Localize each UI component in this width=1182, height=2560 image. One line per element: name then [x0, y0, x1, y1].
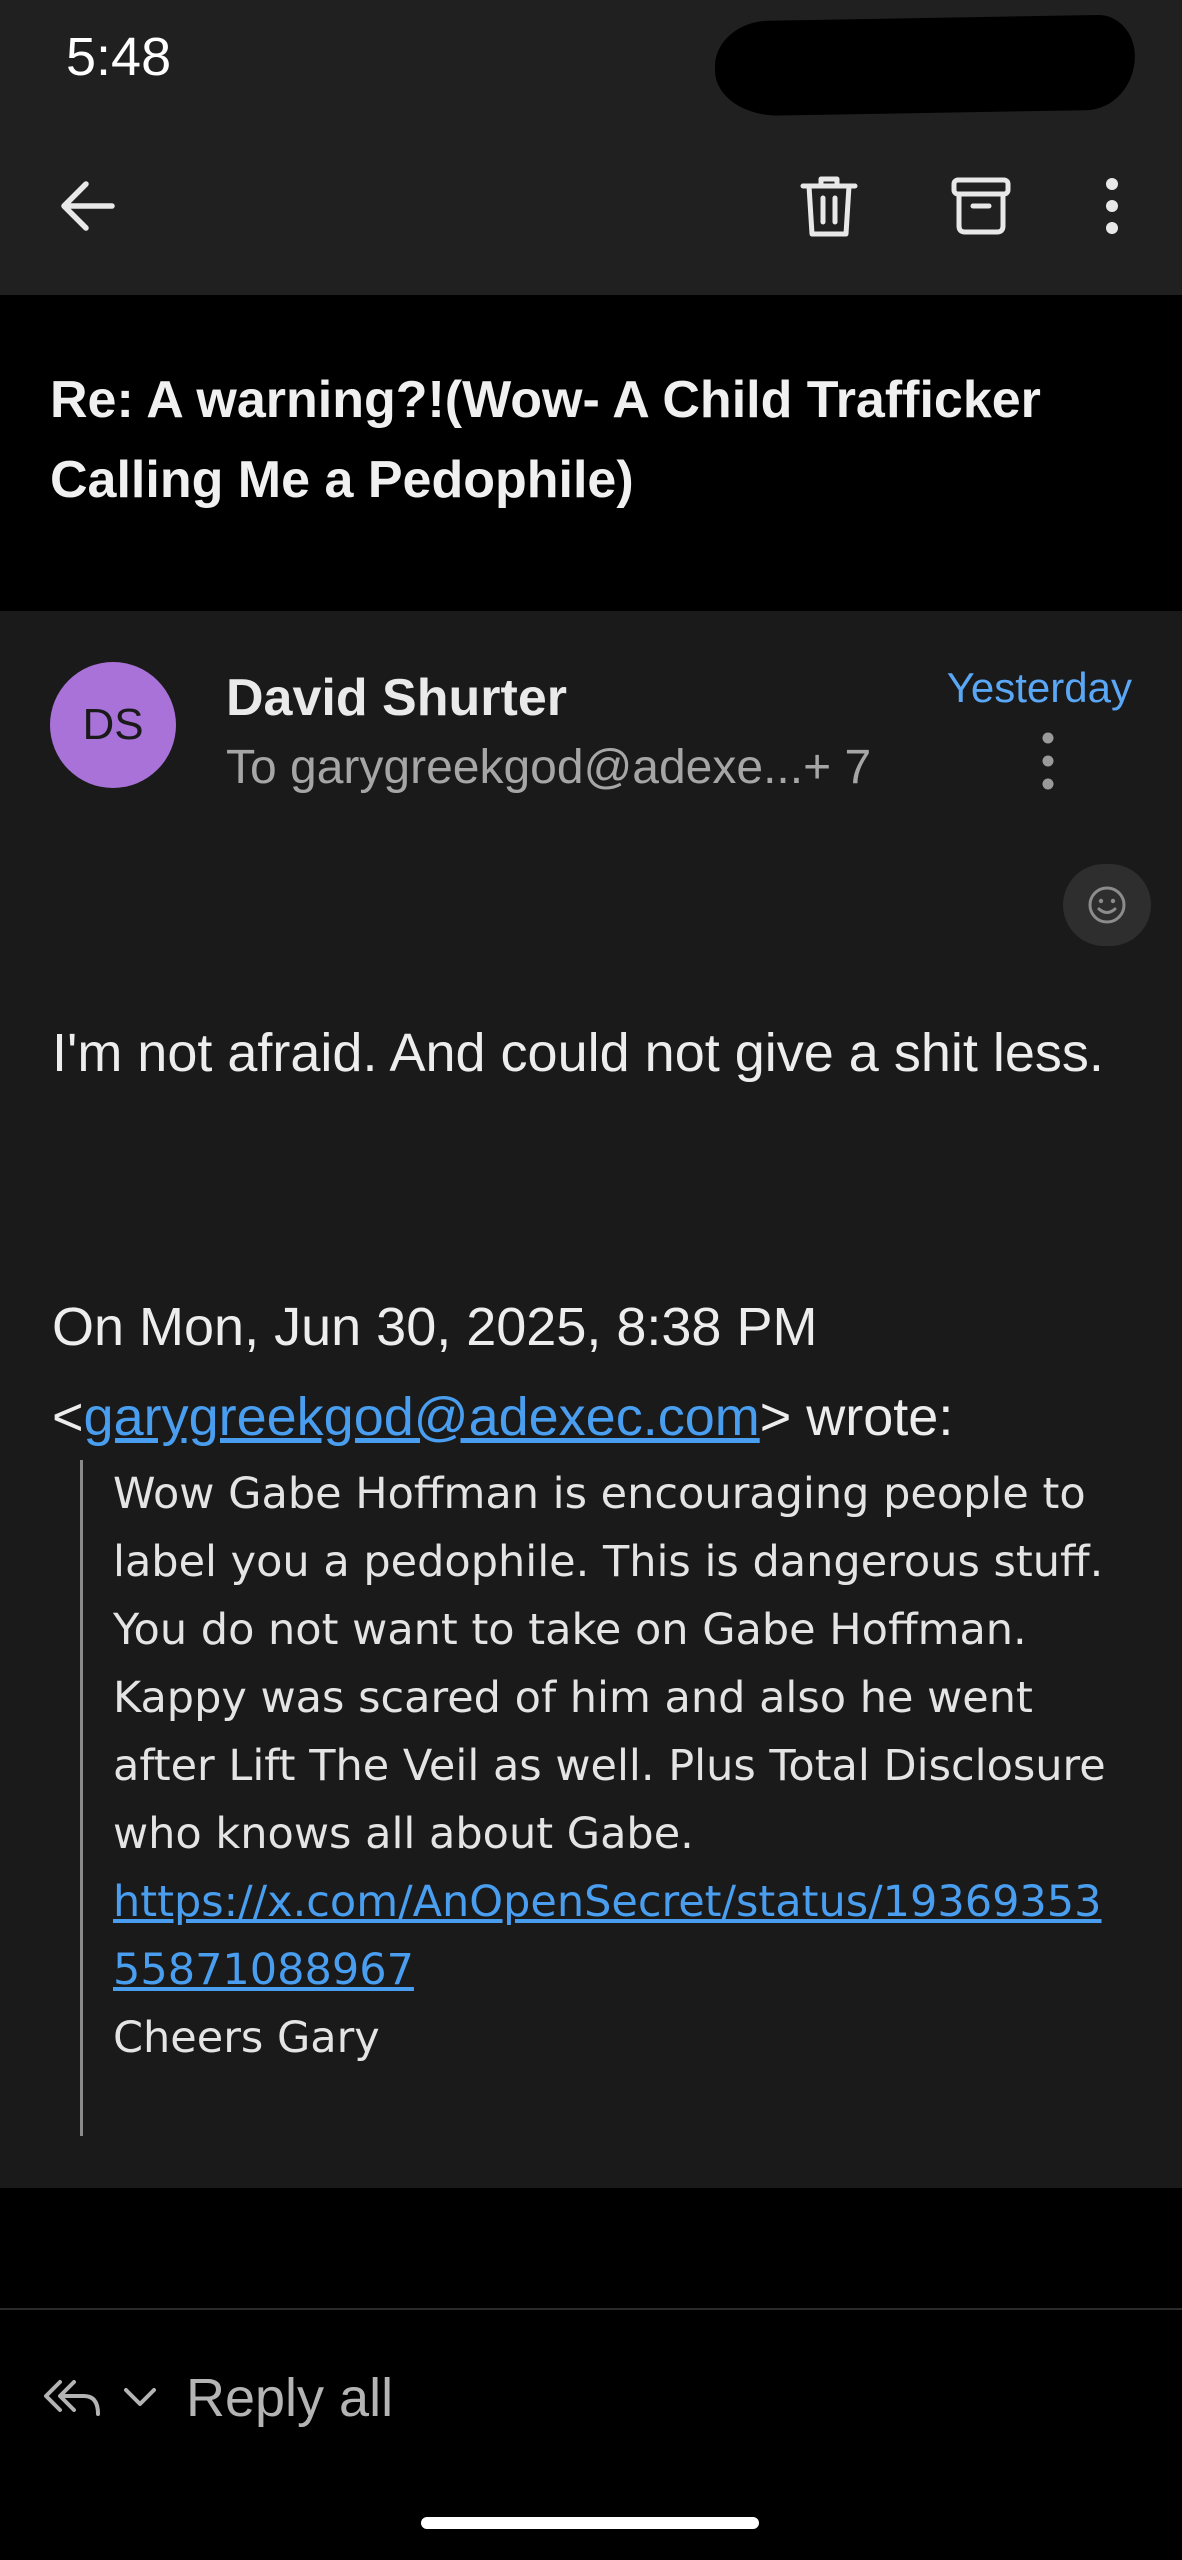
- archive-button[interactable]: [945, 170, 1017, 242]
- quoted-link[interactable]: https://x.com/AnOpenSecret/status/193693…: [113, 1877, 1102, 1995]
- message-date: Yesterday: [946, 664, 1132, 711]
- more-vertical-icon: [1042, 732, 1054, 790]
- quoted-text: Wow Gabe Hoffman is encouraging people t…: [113, 1469, 1106, 1859]
- add-reaction-button[interactable]: [1063, 864, 1151, 946]
- quote-attribution-sender: <garygreekgod@adexec.com> wrote:: [52, 1372, 953, 1462]
- back-button[interactable]: [52, 170, 124, 242]
- quote-attribution-date: On Mon, Jun 30, 2025, 8:38 PM: [52, 1297, 818, 1357]
- sender-name[interactable]: David Shurter: [226, 668, 567, 728]
- email-subject: Re: A warning?!(Wow- A Child Trafficker …: [50, 371, 1041, 509]
- smiley-icon: [1088, 886, 1126, 924]
- reply-all-label: Reply all: [186, 2368, 394, 2428]
- open-bracket: <: [52, 1387, 84, 1447]
- arrow-left-icon: [61, 181, 115, 231]
- wrote-text: > wrote:: [759, 1387, 954, 1447]
- more-vertical-icon: [1106, 178, 1118, 234]
- recipients-summary[interactable]: To garygreekgod@adexe...+ 7: [226, 740, 871, 795]
- quoted-signoff: Cheers Gary: [113, 2013, 380, 2063]
- more-options-button[interactable]: [1076, 170, 1148, 242]
- reply-all-button[interactable]: Reply all: [40, 2348, 393, 2448]
- archive-icon: [951, 177, 1011, 235]
- divider: [0, 2308, 1182, 2310]
- message-body: I'm not afraid. And could not give a shi…: [52, 1023, 1104, 1083]
- reply-all-icon: [44, 2380, 100, 2416]
- trash-icon: [800, 176, 858, 237]
- delete-button[interactable]: [793, 170, 865, 242]
- quoted-message: Wow Gabe Hoffman is encouraging people t…: [113, 1460, 1123, 2072]
- status-bar-time: 5:48: [66, 27, 172, 87]
- sender-email-link[interactable]: garygreekgod@adexec.com: [84, 1387, 760, 1447]
- message-more-button[interactable]: [1030, 730, 1066, 796]
- avatar-initials: DS: [82, 700, 144, 749]
- chevron-down-icon: [124, 2388, 156, 2406]
- sender-avatar[interactable]: DS: [50, 662, 176, 788]
- redaction-mark: [714, 14, 1136, 117]
- home-indicator[interactable]: [421, 2517, 759, 2529]
